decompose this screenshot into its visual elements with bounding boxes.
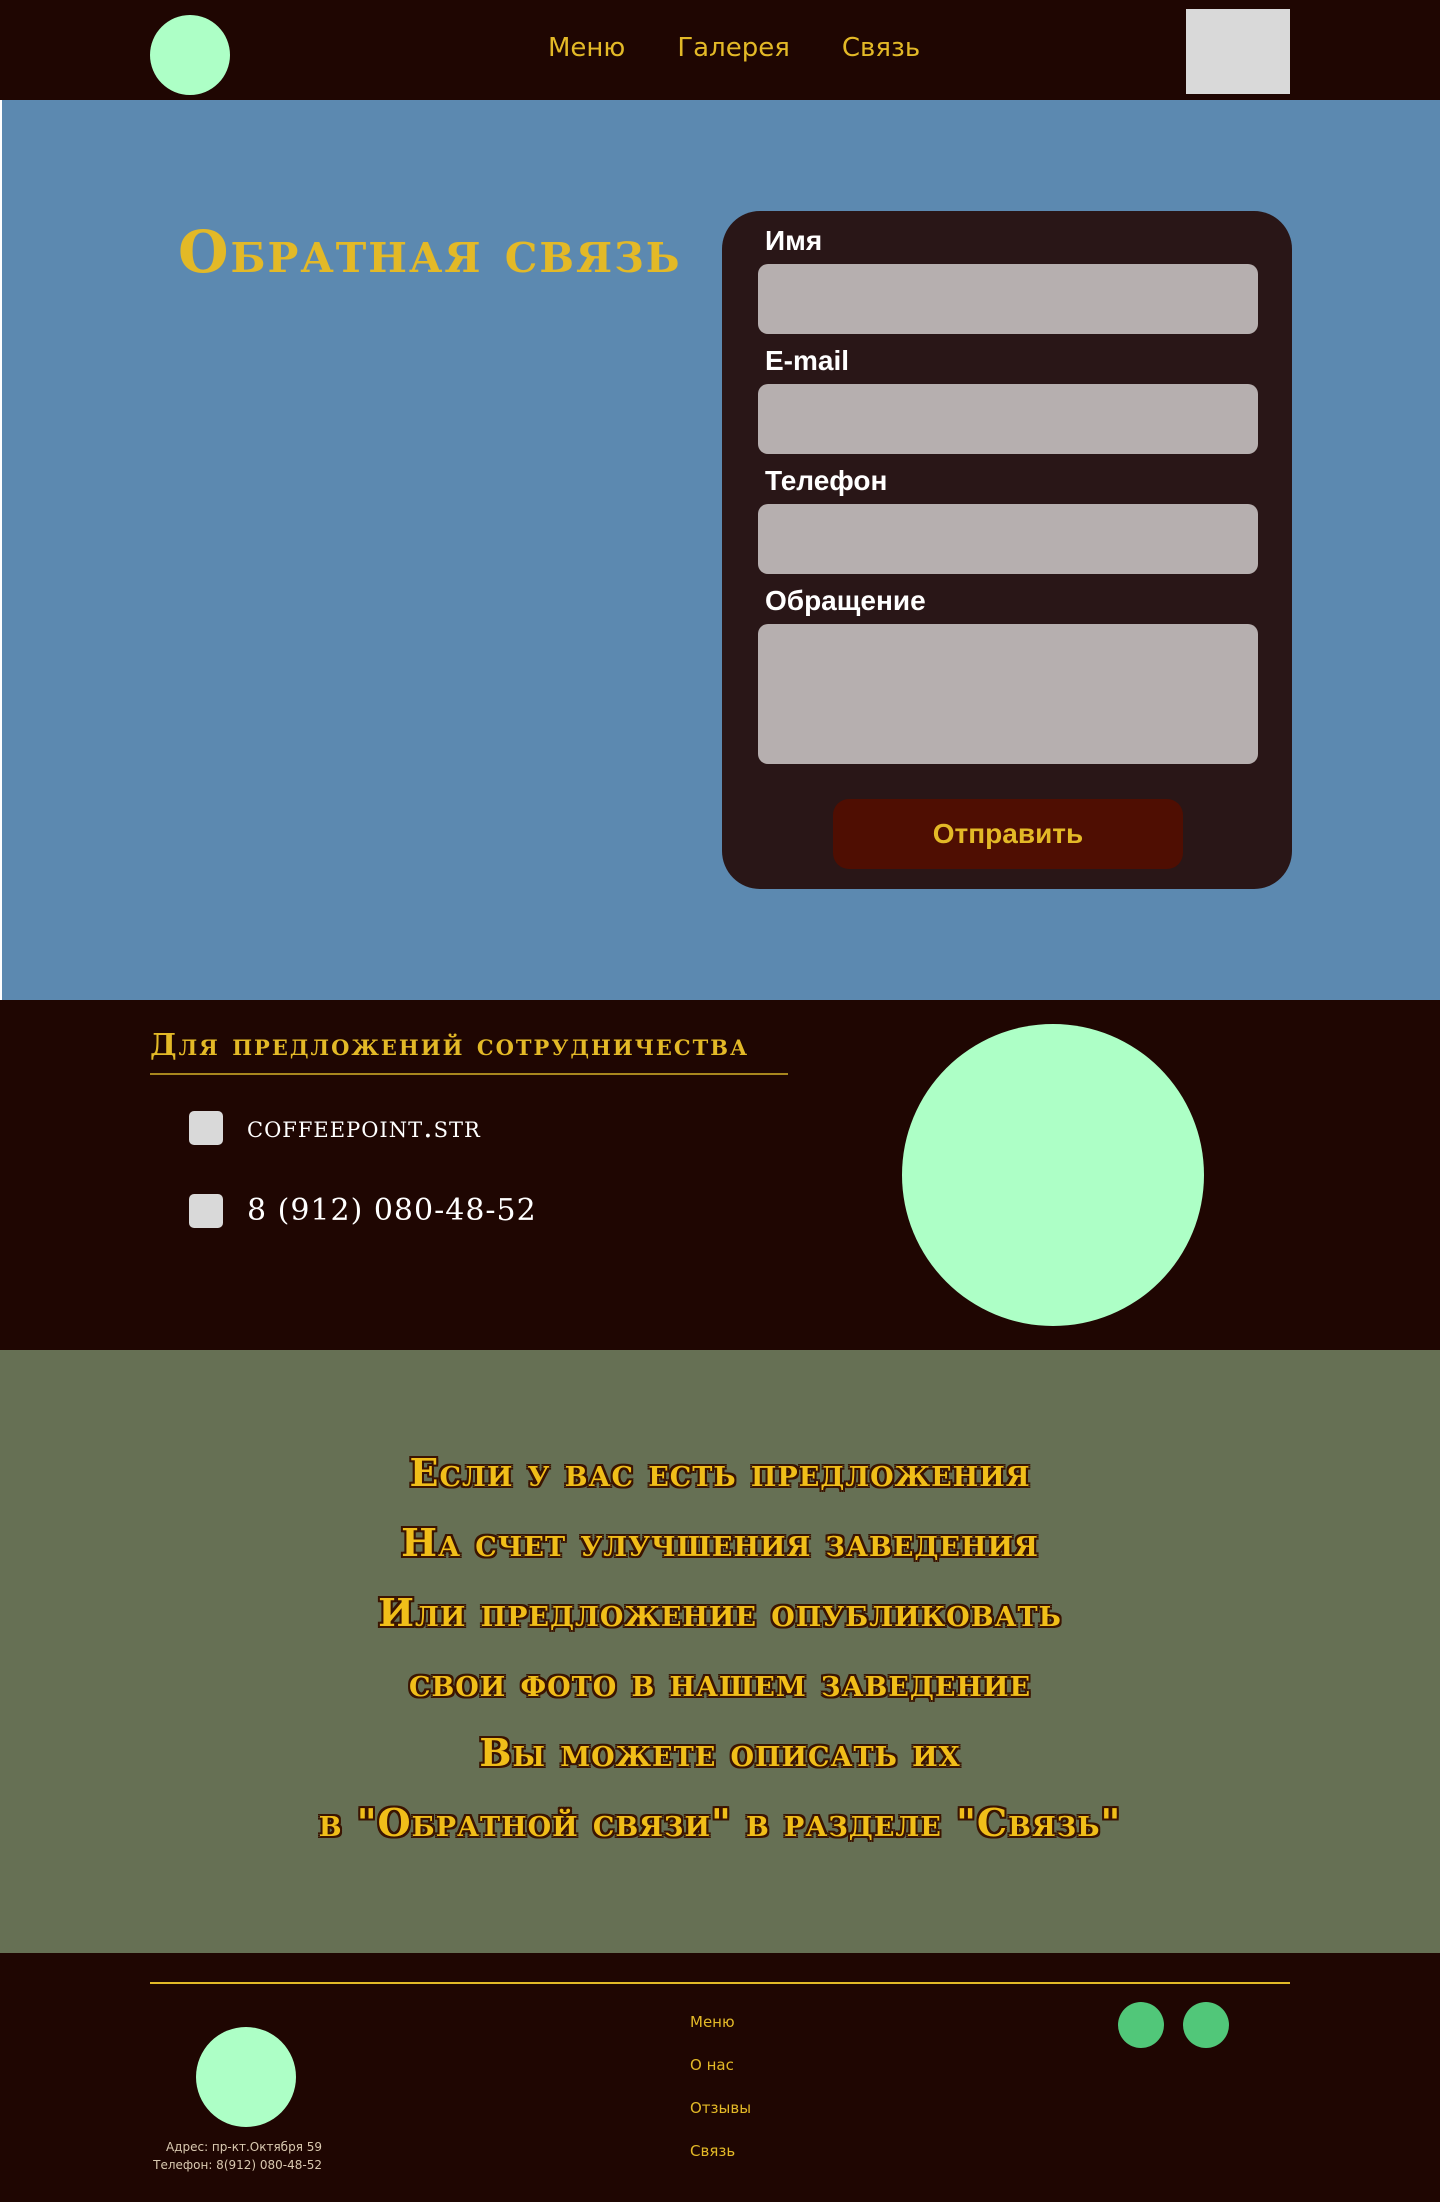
- email-label: E-mail: [765, 345, 850, 376]
- phone-field[interactable]: [758, 504, 1258, 574]
- contact-phone[interactable]: 8 (912) 080-48-52: [189, 1193, 537, 1228]
- name-field[interactable]: [758, 264, 1258, 334]
- social-icon-1[interactable]: [1118, 2002, 1164, 2048]
- footer-phone: Телефон: 8(912) 080-48-52: [153, 2158, 322, 2172]
- footer-logo[interactable]: [196, 2027, 296, 2127]
- contact-website[interactable]: coffeepoint.str: [189, 1110, 481, 1145]
- footer-nav: Меню О нас Отзывы Связь: [690, 2013, 751, 2185]
- message-line: свои фото в нашем заведение: [408, 1660, 1032, 1705]
- partnership-title: Для предложений сотрудничества: [150, 1028, 750, 1063]
- name-label: Имя: [765, 225, 823, 256]
- nav-link-contact[interactable]: Связь: [842, 33, 920, 63]
- footer-divider: [150, 1982, 1290, 1984]
- message-line: в "Обратной связи" в разделе "Связь": [318, 1800, 1122, 1845]
- main-nav: Меню Галерея Связь: [548, 33, 920, 63]
- phone-text: 8 (912) 080-48-52: [247, 1193, 537, 1228]
- feedback-section: Обратная связь Имя E-mail Телефон Обраще…: [0, 100, 1440, 1000]
- footer-link-contact[interactable]: Связь: [690, 2142, 751, 2185]
- phone-icon: [189, 1193, 223, 1228]
- feedback-form: Имя E-mail Телефон Обращение Отправить: [722, 211, 1292, 889]
- message-label: Обращение: [765, 585, 926, 616]
- message-field[interactable]: [758, 624, 1258, 764]
- message-line: Вы можете описать их: [479, 1730, 961, 1775]
- submit-button[interactable]: Отправить: [833, 799, 1183, 869]
- partnership-image: [902, 1024, 1204, 1326]
- footer-contacts: Адрес: пр-кт.Октября 59 Телефон: 8(912) …: [100, 2138, 322, 2174]
- message-line: На счет улучшения заведения: [401, 1520, 1039, 1565]
- partnership-divider: [150, 1073, 788, 1075]
- feedback-title: Обратная связь: [178, 218, 682, 286]
- site-header: Меню Галерея Связь: [0, 0, 1440, 100]
- info-message-section: Если у вас есть предложения На счет улуч…: [0, 1350, 1440, 1953]
- email-field[interactable]: [758, 384, 1258, 454]
- nav-link-menu[interactable]: Меню: [548, 33, 625, 63]
- website-icon: [189, 1110, 223, 1145]
- footer-link-about[interactable]: О нас: [690, 2056, 751, 2099]
- logo[interactable]: [150, 15, 230, 95]
- footer-link-reviews[interactable]: Отзывы: [690, 2099, 751, 2142]
- footer-address: Адрес: пр-кт.Октября 59: [165, 2140, 322, 2154]
- partnership-section: Для предложений сотрудничества coffeepoi…: [0, 1000, 1440, 1350]
- site-footer: Адрес: пр-кт.Октября 59 Телефон: 8(912) …: [0, 1953, 1440, 2202]
- website-text: coffeepoint.str: [247, 1110, 481, 1145]
- info-message: Если у вас есть предложения На счет улуч…: [0, 1438, 1440, 1858]
- social-icon-2[interactable]: [1183, 2002, 1229, 2048]
- phone-label: Телефон: [765, 465, 888, 496]
- nav-link-gallery[interactable]: Галерея: [677, 33, 790, 63]
- footer-link-menu[interactable]: Меню: [690, 2013, 751, 2056]
- header-placeholder-box[interactable]: [1186, 9, 1290, 94]
- message-line: Или предложение опубликовать: [378, 1590, 1062, 1635]
- message-line: Если у вас есть предложения: [409, 1450, 1031, 1495]
